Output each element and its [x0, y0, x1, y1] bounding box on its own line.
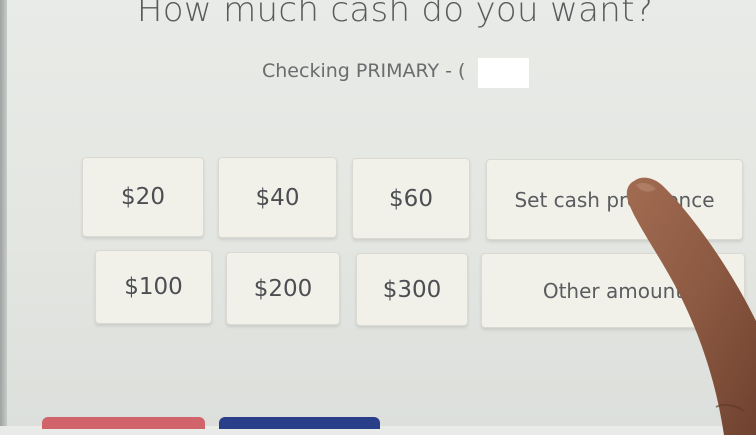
account-label: Checking PRIMARY - (: [262, 60, 466, 82]
screen-bezel: [0, 0, 7, 426]
amount-60-button[interactable]: $60: [352, 158, 470, 239]
other-amount-button[interactable]: Other amount: [481, 253, 745, 328]
amount-200-button[interactable]: $200: [226, 252, 340, 325]
page-title: How much cash do you want?: [136, 0, 654, 30]
back-button[interactable]: [219, 417, 380, 429]
atm-screen: How much cash do you want? Checking PRIM…: [0, 0, 756, 435]
amount-40-button[interactable]: $40: [218, 157, 337, 238]
amount-300-button[interactable]: $300: [356, 253, 468, 326]
redaction-box: [478, 58, 529, 88]
amount-100-button[interactable]: $100: [95, 250, 212, 324]
set-cash-preference-button[interactable]: Set cash preference: [486, 159, 743, 240]
amount-20-button[interactable]: $20: [82, 157, 204, 237]
cancel-button[interactable]: [42, 417, 205, 429]
